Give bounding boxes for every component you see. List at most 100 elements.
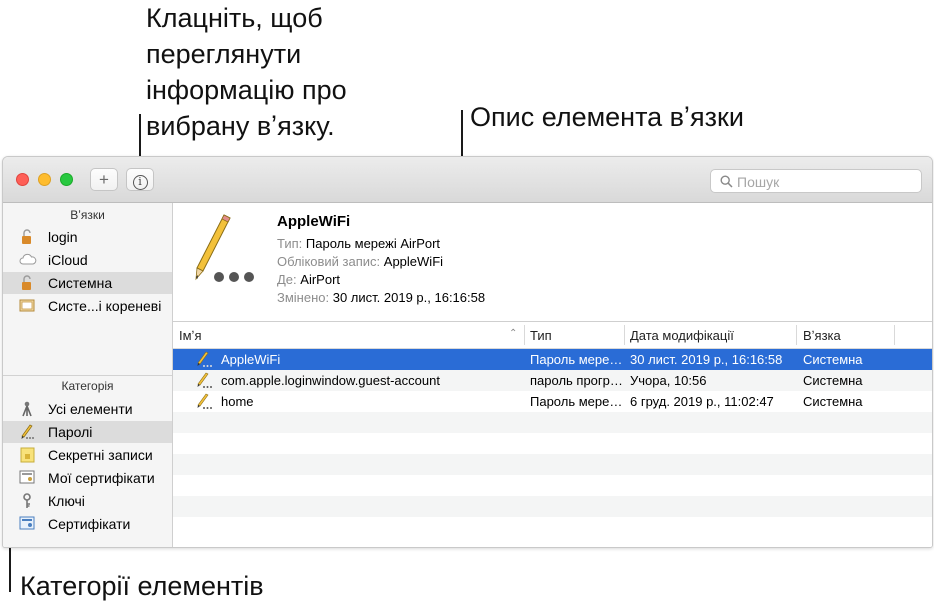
minimize-button[interactable] bbox=[38, 173, 51, 186]
category-header: Категорія bbox=[61, 379, 114, 393]
table-header: Імʼя ⌃ Тип Дата модифікації Вʼязка bbox=[173, 322, 932, 349]
table-row[interactable]: home Пароль мере… 6 груд. 2019 р., 11:02… bbox=[173, 391, 932, 412]
cell-kind: Пароль мере… bbox=[530, 352, 622, 367]
item-modified-value: 30 лист. 2019 р., 16:16:58 bbox=[332, 290, 486, 305]
table-row[interactable]: AppleWiFi Пароль мере… 30 лист. 2019 р.,… bbox=[173, 349, 932, 370]
my-certificate-icon bbox=[19, 470, 35, 486]
item-modified-key: Змінено: bbox=[277, 290, 330, 305]
empty-row bbox=[173, 454, 932, 475]
empty-row bbox=[173, 517, 932, 538]
column-divider[interactable] bbox=[524, 325, 525, 345]
categories-callout: Категорії елементів bbox=[20, 571, 264, 601]
search-icon bbox=[720, 175, 733, 188]
category-all-items[interactable]: Усі елементи bbox=[3, 398, 172, 420]
password-icon bbox=[197, 372, 212, 388]
item-where-key: Де: bbox=[277, 272, 297, 287]
sidebar-item-system[interactable]: Системна bbox=[3, 272, 172, 294]
cell-keychain: Системна bbox=[803, 394, 863, 409]
sidebar-divider bbox=[3, 375, 172, 376]
category-my-certificates[interactable]: Мої сертифікати bbox=[3, 467, 172, 489]
sidebar-item-label: Мої сертифікати bbox=[48, 470, 155, 486]
column-divider[interactable] bbox=[796, 325, 797, 345]
item-kind-key: Тип: bbox=[277, 236, 303, 251]
cell-date: Учора, 10:56 bbox=[630, 373, 707, 388]
cell-name: com.apple.loginwindow.guest-account bbox=[221, 373, 440, 388]
sidebar-item-label: login bbox=[48, 229, 78, 245]
password-item-icon bbox=[195, 214, 254, 282]
cloud-icon bbox=[19, 252, 37, 268]
sidebar-item-label: iCloud bbox=[48, 252, 88, 268]
item-where-row: Де: AirPort bbox=[277, 272, 340, 287]
sidebar-item-label: Ключі bbox=[48, 493, 85, 509]
cell-kind: пароль прогр… bbox=[530, 373, 622, 388]
cell-keychain: Системна bbox=[803, 373, 863, 388]
password-icon bbox=[197, 351, 212, 367]
cell-name: AppleWiFi bbox=[221, 352, 281, 367]
pencil-icon bbox=[19, 424, 35, 440]
cell-kind: Пароль мере… bbox=[530, 394, 622, 409]
item-name: AppleWiFi bbox=[277, 213, 351, 230]
sidebar-item-label: Усі елементи bbox=[48, 401, 133, 417]
column-divider[interactable] bbox=[894, 325, 895, 345]
table-row[interactable]: com.apple.loginwindow.guest-account паро… bbox=[173, 370, 932, 391]
sidebar-item-icloud[interactable]: iCloud bbox=[3, 249, 172, 271]
category-passwords[interactable]: Паролі bbox=[3, 421, 172, 443]
sidebar-item-label: Системна bbox=[48, 275, 113, 291]
search-field[interactable]: Пошук bbox=[710, 169, 922, 193]
column-header-keychain[interactable]: Вʼязка bbox=[803, 328, 841, 343]
sidebar-item-login[interactable]: login bbox=[3, 226, 172, 248]
item-kind-row: Тип: Пароль мережі AirPort bbox=[277, 236, 440, 251]
item-kind-value: Пароль мережі AirPort bbox=[305, 236, 441, 251]
lock-icon bbox=[19, 275, 35, 291]
items-table: Імʼя ⌃ Тип Дата модифікації Вʼязка Apple… bbox=[173, 322, 932, 547]
info-callout: Клацніть, щоб переглянути інформацію про… bbox=[146, 0, 347, 144]
info-callout-line: вибрану вʼязку. bbox=[146, 111, 335, 141]
info-button[interactable]: i bbox=[126, 168, 154, 191]
sidebar-item-label: Сертифікати bbox=[48, 516, 131, 532]
column-header-date[interactable]: Дата модифікації bbox=[630, 328, 734, 343]
description-callout: Опис елемента вʼязки bbox=[470, 102, 744, 132]
cell-date: 30 лист. 2019 р., 16:16:58 bbox=[630, 352, 783, 367]
search-placeholder: Пошук bbox=[737, 174, 780, 190]
all-items-icon bbox=[19, 401, 35, 417]
item-account-value: AppleWiFi bbox=[383, 254, 444, 269]
sidebar-item-label: Систе...і кореневі bbox=[48, 298, 162, 314]
keychain-window: + i Пошук Вʼязки login iCloud Системна С… bbox=[2, 156, 933, 548]
empty-row bbox=[173, 433, 932, 454]
toolbar: + i Пошук bbox=[3, 157, 932, 203]
sidebar-item-label: Паролі bbox=[48, 424, 93, 440]
sort-ascending-icon: ⌃ bbox=[509, 328, 518, 339]
info-icon: i bbox=[132, 175, 148, 190]
sidebar-item-label: Секретні записи bbox=[48, 447, 153, 463]
cell-name: home bbox=[221, 394, 254, 409]
info-callout-line: інформацію про bbox=[146, 75, 347, 105]
sidebar-item-system-roots[interactable]: Систе...і кореневі bbox=[3, 295, 172, 317]
item-detail-pane: AppleWiFi Тип: Пароль мережі AirPort Обл… bbox=[173, 203, 932, 322]
zoom-button[interactable] bbox=[60, 173, 73, 186]
category-secure-notes[interactable]: Секретні записи bbox=[3, 444, 172, 466]
column-divider[interactable] bbox=[624, 325, 625, 345]
category-certificates[interactable]: Сертифікати bbox=[3, 513, 172, 535]
item-account-key: Обліковий запис: bbox=[277, 254, 381, 269]
column-header-kind[interactable]: Тип bbox=[530, 328, 552, 343]
secure-note-icon bbox=[19, 447, 35, 463]
password-icon bbox=[197, 393, 212, 409]
keychains-header: Вʼязки bbox=[70, 208, 105, 222]
certificate-folder-icon bbox=[19, 298, 35, 314]
item-account-row: Обліковий запис: AppleWiFi bbox=[277, 254, 443, 269]
lock-open-icon bbox=[19, 229, 35, 245]
plus-icon: + bbox=[99, 170, 109, 189]
empty-row bbox=[173, 475, 932, 496]
add-button[interactable]: + bbox=[90, 168, 118, 191]
empty-row bbox=[173, 496, 932, 517]
item-modified-row: Змінено: 30 лист. 2019 р., 16:16:58 bbox=[277, 290, 485, 305]
cell-keychain: Системна bbox=[803, 352, 863, 367]
empty-row bbox=[173, 412, 932, 433]
cell-date: 6 груд. 2019 р., 11:02:47 bbox=[630, 394, 774, 409]
close-button[interactable] bbox=[16, 173, 29, 186]
info-callout-line: переглянути bbox=[146, 39, 302, 69]
category-keys[interactable]: Ключі bbox=[3, 490, 172, 512]
info-callout-line: Клацніть, щоб bbox=[146, 3, 323, 33]
column-header-name[interactable]: Імʼя bbox=[179, 328, 201, 343]
sidebar: Вʼязки login iCloud Системна Систе...і к… bbox=[3, 203, 173, 547]
